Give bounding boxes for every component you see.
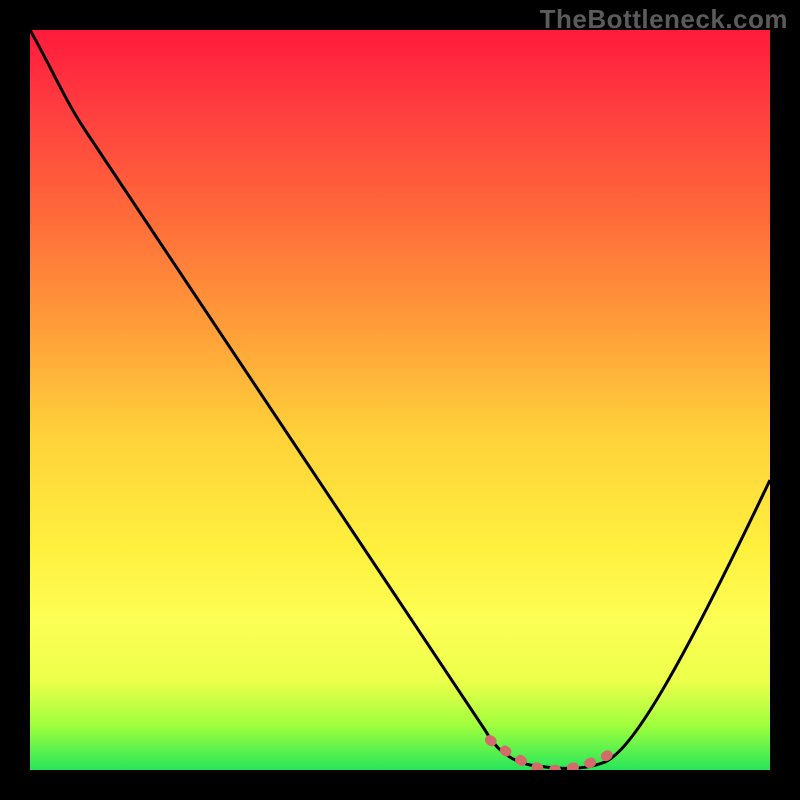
curve-svg <box>30 30 770 770</box>
watermark-text: TheBottleneck.com <box>540 4 788 35</box>
plot-area <box>30 30 770 770</box>
trough-markers <box>490 740 610 770</box>
chart-frame: TheBottleneck.com <box>0 0 800 800</box>
main-curve <box>30 30 770 768</box>
